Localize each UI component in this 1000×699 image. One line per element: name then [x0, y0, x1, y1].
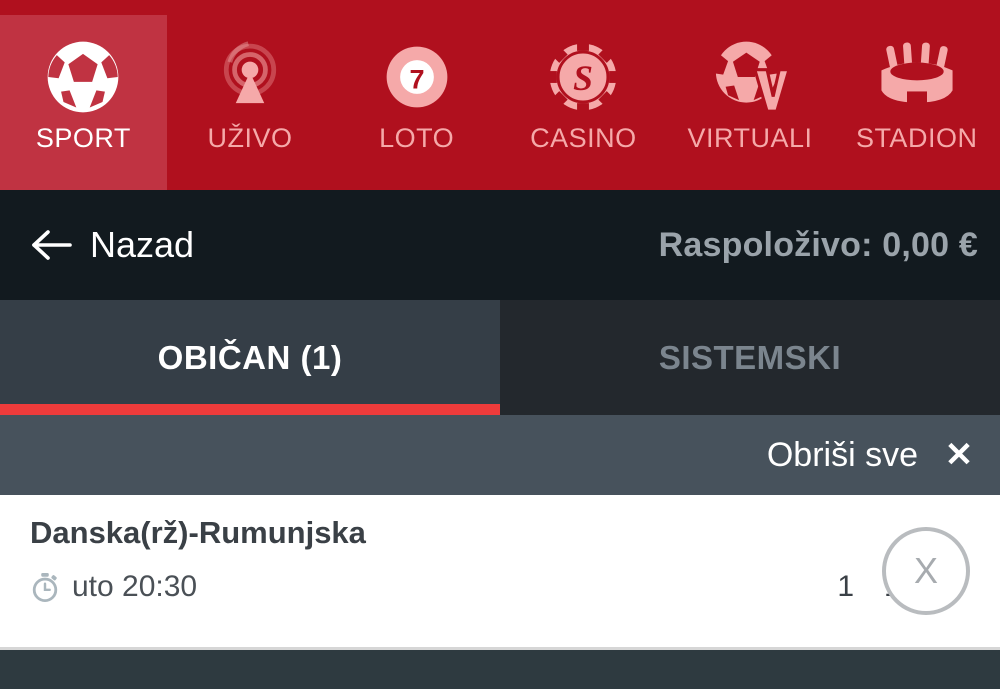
stadium-icon	[877, 37, 957, 117]
ticket-type-tabs: OBIČAN (1) SISTEMSKI	[0, 300, 1000, 415]
bet-time-group: uto 20:30	[30, 572, 197, 602]
nav-item-casino[interactable]: S CASINO	[500, 15, 667, 190]
soccer-ball-icon	[43, 37, 123, 117]
bet-time-label: uto 20:30	[72, 570, 198, 603]
casino-chip-icon: S	[543, 37, 623, 117]
tab-sistemski-label: SISTEMSKI	[658, 338, 842, 376]
stopwatch-icon	[32, 572, 58, 602]
nav-item-stadion[interactable]: STADION	[833, 15, 1000, 190]
tab-sistemski[interactable]: SISTEMSKI	[500, 300, 1000, 415]
back-button[interactable]: Nazad	[30, 227, 194, 263]
arrow-left-icon	[32, 230, 72, 260]
clear-all-bar: Obriši sve ✕	[0, 415, 1000, 495]
lotto-ball-7-icon: 7	[377, 37, 457, 117]
nav-item-label-stadion: STADION	[855, 123, 978, 153]
back-button-label: Nazad	[90, 224, 195, 265]
nav-item-label-sport: SPORT	[35, 123, 131, 153]
tab-obican-label: OBIČAN (1)	[157, 338, 343, 376]
back-bar: Nazad Raspoloživo: 0,00 €	[0, 190, 1000, 300]
nav-item-virtuali[interactable]: VIRTUALI	[667, 15, 834, 190]
svg-text:S: S	[573, 58, 593, 98]
virtual-sports-icon	[710, 37, 790, 117]
nav-item-loto[interactable]: 7 LOTO	[333, 15, 500, 190]
nav-item-label-loto: LOTO	[379, 123, 455, 153]
svg-text:7: 7	[409, 64, 424, 94]
nav-item-label-uzivo: UŽIVO	[207, 123, 293, 153]
clear-all-button[interactable]: Obriši sve	[767, 438, 918, 472]
nav-item-label-virtuali: VIRTUALI	[687, 123, 813, 153]
nav-item-sport[interactable]: SPORT	[0, 15, 167, 190]
remove-bet-button[interactable]: X	[882, 527, 970, 615]
bet-detail-row: uto 20:30 1 1,25	[30, 572, 970, 602]
live-broadcast-icon	[210, 37, 290, 117]
bet-match-name: Danska(rž)-Rumunjska	[30, 515, 366, 550]
balance-display: Raspoloživo: 0,00 €	[658, 226, 978, 264]
nav-item-uzivo[interactable]: UŽIVO	[167, 15, 334, 190]
nav-item-label-casino: CASINO	[530, 123, 637, 153]
close-icon[interactable]: ✕	[942, 438, 976, 472]
footer-bar	[0, 650, 1000, 689]
tab-obican[interactable]: OBIČAN (1)	[0, 300, 500, 415]
bet-pick-label: 1	[837, 570, 854, 603]
top-navigation-bar: SPORT UŽIVO 7 LOTO S CASINO VIRTUALI STA…	[0, 0, 1000, 190]
bet-slip-item: Danska(rž)-Rumunjska uto 20:30 1 1,25 X	[0, 495, 1000, 650]
